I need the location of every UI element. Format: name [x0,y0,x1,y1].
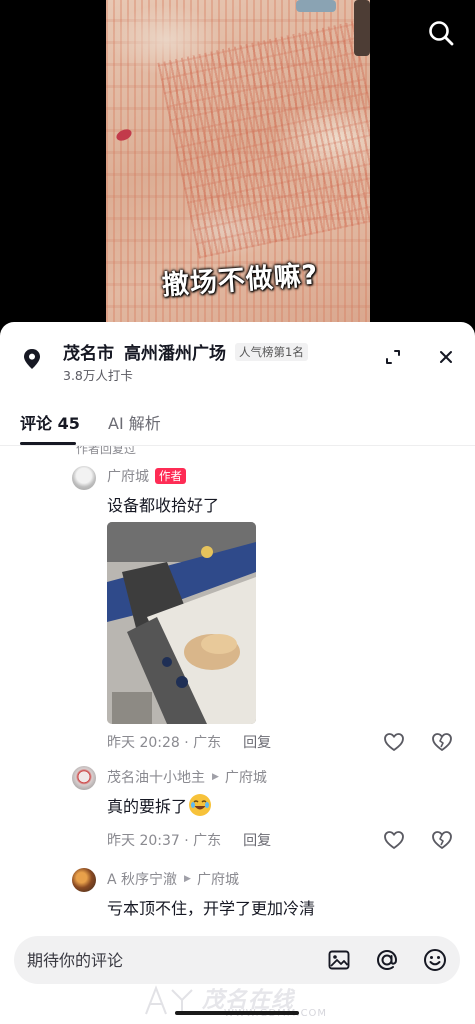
tab-bar: 评论 45 AI 解析 [0,402,475,446]
comment-text-body: 真的要拆了 [107,797,188,816]
emoji-button[interactable] [422,947,448,973]
comment-text[interactable]: 设备都收拾好了 [107,492,219,516]
mention-button[interactable] [374,947,400,973]
like-icon[interactable] [383,829,405,851]
author-replied-hint: 作者回复过 [76,446,137,456]
image-icon [328,950,350,970]
comment-list[interactable]: 作者回复过 广府城 作者 设备都收拾好了 昨天 20:28 · 广东 回复 茂名… [0,446,475,926]
username-text[interactable]: 茂名油十小地主 [107,767,205,787]
comment-image[interactable] [107,522,256,724]
location-place[interactable]: 高州潘州广场 [124,339,226,364]
comment-sheet: 茂名市 高州潘州广场 人气榜第1名 3.8万人打卡 评论 45 AI 解析 作者… [0,322,475,1024]
tab-ai-analysis[interactable]: AI 解析 [108,410,161,434]
checkin-count: 3.8万人打卡 [63,368,133,383]
video-scene-object [296,0,336,12]
comment-username[interactable]: 广府城 作者 [107,466,186,486]
emoji-icon [424,949,446,971]
comment-text[interactable]: 亏本顶不住，开学了更加冷清 [107,895,315,919]
active-tab-indicator [20,442,76,445]
video-player[interactable]: 撤场不做嘛? [0,0,475,330]
comment-meta: 昨天 20:28 · 广东 回复 [107,732,271,752]
comment-username[interactable]: A 秋序宁澈 ▶ 广府城 [107,869,239,889]
video-scene-object [354,0,370,56]
expand-button[interactable] [378,342,408,372]
comment-input[interactable] [27,936,307,984]
tab-comments[interactable]: 评论 45 [20,410,80,434]
video-scene-object [114,127,134,143]
image-button[interactable] [326,947,352,973]
reply-arrow-icon: ▶ [212,772,219,782]
comment-time-location: 昨天 20:28 · 广东 [107,735,222,751]
reply-button[interactable]: 回复 [243,732,271,752]
reply-to-username[interactable]: 广府城 [197,869,239,889]
search-button[interactable] [424,16,458,50]
reply-to-username[interactable]: 广府城 [225,767,267,787]
avatar[interactable] [72,868,96,892]
search-icon [429,21,454,46]
avatar[interactable] [72,466,96,490]
expand-icon [386,350,400,364]
crying-laughing-emoji-icon [189,794,212,816]
comment-text[interactable]: 真的要拆了 [107,793,212,817]
location-pin-icon [18,345,46,373]
author-tag: 作者 [155,468,186,484]
watermark: 茂名在线 WWW.GDMM.COM [142,982,352,1022]
username-text[interactable]: 广府城 [107,466,149,486]
username-text[interactable]: A 秋序宁澈 [107,869,177,889]
like-icon[interactable] [383,731,405,753]
comment-username[interactable]: 茂名油十小地主 ▶ 广府城 [107,767,267,787]
reply-button[interactable]: 回复 [243,830,271,850]
comment-meta: 昨天 20:37 · 广东 回复 [107,830,271,850]
comment-time-location: 昨天 20:37 · 广东 [107,833,222,849]
avatar[interactable] [72,766,96,790]
comment-photo-scene [107,522,256,724]
location-title-row: 茂名市 高州潘州广场 人气榜第1名 [63,339,308,364]
location-header[interactable]: 茂名市 高州潘州广场 人气榜第1名 3.8万人打卡 [0,322,475,398]
comment-input-bar [14,936,460,984]
dislike-icon[interactable] [431,731,453,753]
rank-badge[interactable]: 人气榜第1名 [235,342,308,361]
dislike-icon[interactable] [431,829,453,851]
home-indicator[interactable] [175,1011,299,1015]
video-scene-rug [157,21,370,259]
at-icon [376,949,398,971]
close-icon [440,351,452,363]
location-city[interactable]: 茂名市 [63,339,114,364]
reply-arrow-icon: ▶ [184,874,191,884]
close-button[interactable] [431,342,461,372]
